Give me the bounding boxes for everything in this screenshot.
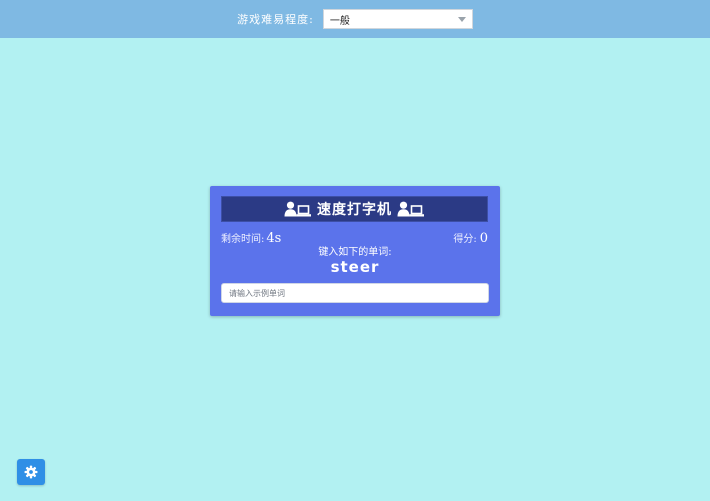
chevron-down-icon	[457, 17, 466, 22]
word-input[interactable]	[221, 283, 489, 303]
settings-button[interactable]	[17, 459, 45, 485]
user-laptop-icon	[284, 201, 312, 217]
gear-icon	[24, 465, 38, 479]
difficulty-label: 游戏难易程度:	[237, 13, 314, 26]
card-header: 速度打字机	[221, 196, 488, 222]
typing-game-card: 速度打字机 剩余时间: 4s 得分: 0 键入如下的单词: steer	[210, 186, 500, 316]
type-prompt: 键入如下的单词:	[318, 247, 392, 258]
difficulty-bar: 游戏难易程度: 一般	[0, 0, 710, 38]
user-laptop-icon	[397, 201, 425, 217]
difficulty-select[interactable]: 一般	[322, 9, 473, 29]
difficulty-selected-value: 一般	[329, 15, 350, 27]
game-title: 速度打字机	[317, 202, 392, 218]
target-word: steer	[330, 258, 380, 276]
